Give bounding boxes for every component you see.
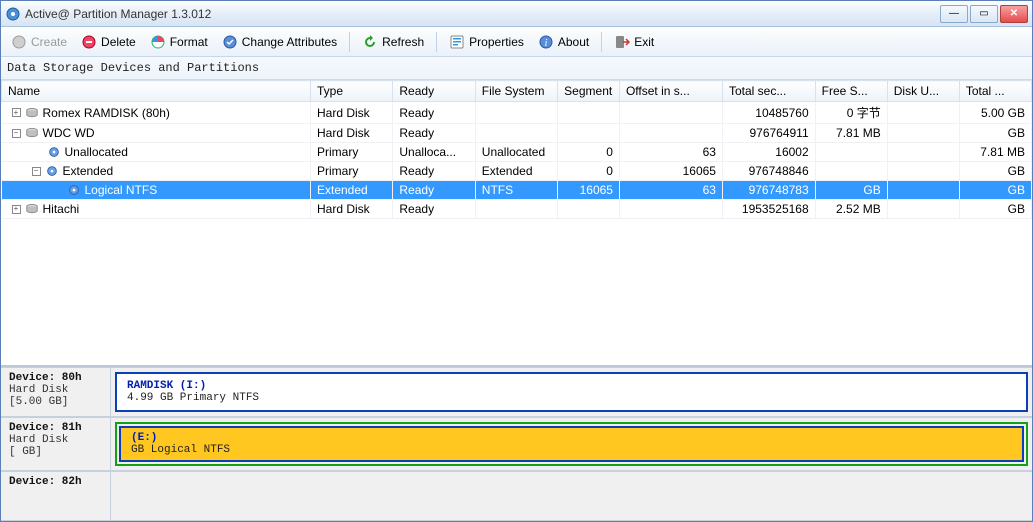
titlebar: Active@ Partition Manager 1.3.012 — ▭ ✕ bbox=[1, 1, 1032, 27]
extended-container[interactable]: (E:)GB Logical NTFS bbox=[115, 422, 1028, 466]
device-body[interactable]: RAMDISK (I:)4.99 GB Primary NTFS bbox=[111, 368, 1032, 416]
hard-disk-icon bbox=[25, 106, 39, 120]
device-body[interactable] bbox=[111, 472, 1032, 520]
hard-disk-icon bbox=[25, 126, 39, 140]
col-disku[interactable]: Disk U... bbox=[887, 81, 959, 102]
toolbar: Create Delete Format Change Attributes R… bbox=[1, 27, 1032, 57]
col-type[interactable]: Type bbox=[311, 81, 393, 102]
tree-expander[interactable]: + bbox=[12, 205, 21, 214]
minimize-button[interactable]: — bbox=[940, 5, 968, 23]
hard-disk-icon bbox=[25, 202, 39, 216]
refresh-button[interactable]: Refresh bbox=[356, 31, 430, 53]
exit-button[interactable]: Exit bbox=[608, 31, 660, 53]
device-body[interactable]: (E:)GB Logical NTFS bbox=[111, 418, 1032, 470]
device-row: Device: 80hHard Disk[5.00 GB]RAMDISK (I:… bbox=[1, 367, 1032, 417]
tree-expander[interactable]: + bbox=[12, 108, 21, 117]
partition-icon bbox=[45, 164, 59, 178]
table-row[interactable]: −WDC WDHard DiskReady9767649117.81 MBGB bbox=[2, 124, 1032, 143]
col-ready[interactable]: Ready bbox=[393, 81, 475, 102]
table-row[interactable]: Logical NTFSExtendedReadyNTFS16065639767… bbox=[2, 181, 1032, 200]
row-name: WDC WD bbox=[43, 126, 95, 140]
format-icon bbox=[150, 34, 166, 50]
row-name: Extended bbox=[63, 164, 114, 178]
col-totalsec[interactable]: Total sec... bbox=[722, 81, 815, 102]
partition-box[interactable]: (E:)GB Logical NTFS bbox=[119, 426, 1024, 462]
close-button[interactable]: ✕ bbox=[1000, 5, 1028, 23]
partition-icon bbox=[47, 145, 61, 159]
refresh-icon bbox=[362, 34, 378, 50]
col-name[interactable]: Name bbox=[2, 81, 311, 102]
col-offset[interactable]: Offset in s... bbox=[619, 81, 722, 102]
table-row[interactable]: UnallocatedPrimaryUnalloca...Unallocated… bbox=[2, 143, 1032, 162]
col-segment[interactable]: Segment bbox=[558, 81, 620, 102]
window-title: Active@ Partition Manager 1.3.012 bbox=[25, 7, 940, 21]
device-row: Device: 81hHard Disk[ GB](E:)GB Logical … bbox=[1, 417, 1032, 471]
partition-box[interactable]: RAMDISK (I:)4.99 GB Primary NTFS bbox=[115, 372, 1028, 412]
change-attributes-button[interactable]: Change Attributes bbox=[216, 31, 343, 53]
properties-button[interactable]: Properties bbox=[443, 31, 530, 53]
exit-icon bbox=[614, 34, 630, 50]
delete-icon bbox=[81, 34, 97, 50]
create-icon bbox=[11, 34, 27, 50]
properties-icon bbox=[449, 34, 465, 50]
table-row[interactable]: +Romex RAMDISK (80h)Hard DiskReady104857… bbox=[2, 102, 1032, 124]
create-button: Create bbox=[5, 31, 73, 53]
row-name: Unallocated bbox=[65, 145, 128, 159]
info-icon: i bbox=[538, 34, 554, 50]
about-button[interactable]: i About bbox=[532, 31, 595, 53]
device-header: Device: 82h bbox=[1, 472, 111, 520]
row-name: Logical NTFS bbox=[85, 183, 158, 197]
attributes-icon bbox=[222, 34, 238, 50]
col-fs[interactable]: File System bbox=[475, 81, 557, 102]
maximize-button[interactable]: ▭ bbox=[970, 5, 998, 23]
svg-text:i: i bbox=[544, 38, 547, 49]
table-row[interactable]: +HitachiHard DiskReady19535251682.52 MBG… bbox=[2, 200, 1032, 219]
col-free[interactable]: Free S... bbox=[815, 81, 887, 102]
table-row[interactable]: −ExtendedPrimaryReadyExtended01606597674… bbox=[2, 162, 1032, 181]
device-header: Device: 80hHard Disk[5.00 GB] bbox=[1, 368, 111, 416]
format-button[interactable]: Format bbox=[144, 31, 214, 53]
col-total[interactable]: Total ... bbox=[959, 81, 1031, 102]
device-row: Device: 82h bbox=[1, 471, 1032, 521]
device-header: Device: 81hHard Disk[ GB] bbox=[1, 418, 111, 470]
tree-expander[interactable]: − bbox=[12, 129, 21, 138]
app-icon bbox=[5, 6, 21, 22]
tree-expander[interactable]: − bbox=[32, 167, 41, 176]
partition-icon bbox=[67, 183, 81, 197]
column-headers[interactable]: Name Type Ready File System Segment Offs… bbox=[2, 81, 1032, 102]
row-name: Romex RAMDISK (80h) bbox=[43, 106, 170, 120]
partition-grid[interactable]: Name Type Ready File System Segment Offs… bbox=[1, 80, 1032, 365]
row-name: Hitachi bbox=[43, 202, 80, 216]
device-map: Device: 80hHard Disk[5.00 GB]RAMDISK (I:… bbox=[1, 365, 1032, 521]
delete-button[interactable]: Delete bbox=[75, 31, 142, 53]
pane-label: Data Storage Devices and Partitions bbox=[1, 57, 1032, 80]
